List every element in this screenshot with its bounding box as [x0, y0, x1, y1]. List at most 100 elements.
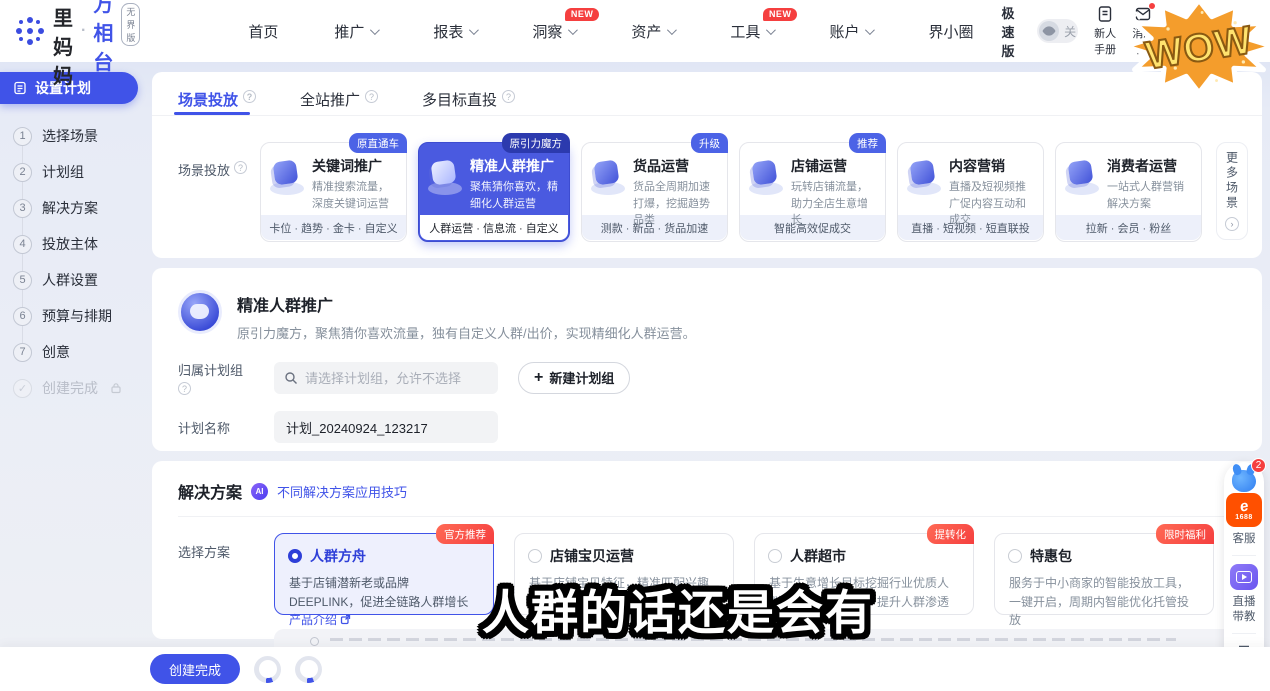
nav-item-promotion[interactable]: 推广	[306, 21, 405, 42]
sidebar-step-scene[interactable]: 1选择场景	[13, 118, 138, 154]
speed-mode-toggle[interactable]: 关	[1037, 19, 1078, 43]
top-navbar: 阿里妈妈 · 万相台 无界版 首页 推广 报表 洞察NEW 资产 工具NEW 账…	[0, 0, 1270, 62]
group-field-label: 归属计划组 ?	[178, 360, 274, 395]
scene-card-tags: 直播 · 短视频 · 短直联投	[898, 215, 1043, 240]
step-number: 2	[13, 163, 32, 182]
scene-badge: 推荐	[849, 133, 886, 153]
nav-item-insight[interactable]: 洞察NEW	[504, 21, 603, 42]
nav-item-account[interactable]: 账户	[801, 21, 900, 42]
sidebar-step-creative[interactable]: 7创意	[13, 334, 138, 370]
product-intro-link[interactable]: 产品介绍	[289, 613, 351, 627]
radio-icon[interactable]	[768, 549, 782, 563]
solution-badge: 限时福利	[1156, 524, 1214, 544]
chevron-down-icon	[667, 25, 677, 35]
chevron-down-icon	[568, 25, 578, 35]
create-complete-button[interactable]: 创建完成	[150, 654, 240, 684]
more-scenes-button[interactable]: 更多场景 ›	[1216, 142, 1248, 240]
select-solution-label: 选择方案	[178, 533, 274, 615]
radio-selected-icon[interactable]	[288, 549, 302, 563]
radio-icon[interactable]	[1008, 549, 1022, 563]
scene-card-tags: 测款 · 新品 · 货品加速	[582, 215, 727, 240]
mascot-icon[interactable]	[1232, 470, 1256, 492]
main-content: 场景投放? 全站推广? 多目标直投? 场景投放? 原直通车 关键词推广 精准搜索…	[152, 72, 1262, 649]
video-subtitle: 人群的话还是会有	[482, 574, 874, 643]
chevron-down-icon	[766, 25, 776, 35]
tab-multi-target[interactable]: 多目标直投?	[422, 89, 515, 115]
step-number: 7	[13, 343, 32, 362]
nav-menu: 首页 推广 报表 洞察NEW 资产 工具NEW 账户 界小圈	[220, 21, 1001, 42]
brand-product: 万相台	[93, 0, 114, 75]
nav-item-tools[interactable]: 工具NEW	[702, 21, 801, 42]
scene-cards: 原直通车 关键词推广 精准搜索流量，深度关键词运营 卡位 · 趋势 · 金卡 ·…	[260, 134, 1248, 242]
scene-card-tags: 人群运营 · 信息流 · 自定义	[420, 215, 568, 240]
brand: 阿里妈妈 · 万相台 无界版	[14, 0, 140, 89]
info-icon	[310, 637, 319, 646]
help-icon[interactable]: ?	[178, 382, 191, 395]
detail-title: 精准人群推广	[237, 290, 696, 316]
handbook-button[interactable]: 新人手册	[1094, 5, 1116, 57]
check-icon: ✓	[13, 379, 32, 398]
logo-1688-icon[interactable]: e 1688	[1226, 493, 1262, 527]
customer-service-label[interactable]: 客服	[1231, 532, 1257, 547]
help-icon[interactable]: ?	[243, 90, 256, 103]
scene-card-tags: 拉新 · 会员 · 粉丝	[1056, 215, 1201, 240]
brand-name: 阿里妈妈	[53, 0, 74, 89]
help-icon[interactable]: ?	[502, 90, 515, 103]
message-center-button[interactable]: 消息中心	[1132, 5, 1154, 57]
divider	[1232, 555, 1256, 556]
live-teaching-icon[interactable]	[1230, 564, 1258, 590]
chevron-right-icon: ›	[1225, 217, 1239, 231]
step-number: 3	[13, 199, 32, 218]
scene-card-content[interactable]: 内容营销 直播及短视频推广促内容互动和成交 直播 · 短视频 · 短直联投	[897, 142, 1044, 242]
solution-title: 解决方案	[178, 479, 242, 503]
tab-sitewide[interactable]: 全站推广?	[300, 89, 378, 115]
solution-tips-link[interactable]: 不同解决方案应用技巧	[277, 482, 407, 501]
nav-item-home[interactable]: 首页	[220, 21, 306, 42]
mode-tabs: 场景投放? 全站推广? 多目标直投?	[152, 72, 1262, 116]
nav-item-circle[interactable]: 界小圈	[900, 21, 1001, 42]
scene-card-store[interactable]: 推荐 店铺运营 玩转店铺流量，助力全店生意增长 智能高效促成交	[739, 142, 886, 242]
plan-form: 归属计划组 ? 请选择计划组，允许不选择 + 新建计划组 计划名称 计划_202…	[178, 360, 1236, 443]
sidebar-step-subject[interactable]: 4投放主体	[13, 226, 138, 262]
plan-group-select[interactable]: 请选择计划组，允许不选择	[274, 362, 498, 394]
live-teaching-label[interactable]: 直播带教	[1231, 595, 1257, 625]
rocket-icon	[1039, 21, 1059, 41]
nav-item-reports[interactable]: 报表	[405, 21, 504, 42]
audience-sphere-icon	[178, 290, 222, 334]
solution-card-audience-ark[interactable]: 官方推荐 人群方舟 基于店铺潜新老或品牌DEEPLINK，促进全链路人群增长产品…	[274, 533, 494, 615]
radio-icon[interactable]	[528, 549, 542, 563]
help-icon[interactable]: ?	[365, 90, 378, 103]
progress-ring	[295, 656, 322, 683]
plan-name-input[interactable]: 计划_20240924_123217	[274, 411, 498, 443]
progress-ring	[254, 656, 281, 683]
scene-card-goods[interactable]: 升级 货品运营 货品全周期加速打爆，挖掘趋势品类 测款 · 新品 · 货品加速	[581, 142, 728, 242]
new-plan-group-button[interactable]: + 新建计划组	[518, 362, 630, 394]
sidebar-step-plan-group[interactable]: 2计划组	[13, 154, 138, 190]
scene-card-precise-audience[interactable]: 原引力魔方 精准人群推广 聚焦猜你喜欢，精细化人群运营 人群运营 · 信息流 ·…	[418, 142, 570, 242]
scene-card-consumer[interactable]: 消费者运营 一站式人群营销解决方案 拉新 · 会员 · 粉丝	[1055, 142, 1202, 242]
scene-badge: 原引力魔方	[502, 133, 571, 153]
sidebar-step-audience[interactable]: 5人群设置	[13, 262, 138, 298]
lock-icon	[110, 382, 122, 394]
nav-item-assets[interactable]: 资产	[603, 21, 702, 42]
scene-panel: 场景投放? 全站推广? 多目标直投? 场景投放? 原直通车 关键词推广 精准搜索…	[152, 72, 1262, 258]
scene-card-keyword[interactable]: 原直通车 关键词推广 精准搜索流量，深度关键词运营 卡位 · 趋势 · 金卡 ·…	[260, 142, 407, 242]
notification-dot	[1149, 3, 1155, 9]
footer-bar: 创建完成	[0, 647, 1270, 691]
toggle-state-label: 关	[1064, 23, 1076, 40]
step-number: 5	[13, 271, 32, 290]
solution-card-special-pack[interactable]: 限时福利 特惠包 服务于中小商家的智能投放工具，一键开启，周期内智能优化托管投放	[994, 533, 1214, 615]
help-icon[interactable]: ?	[234, 161, 247, 174]
solution-badge: 官方推荐	[436, 524, 494, 544]
sidebar-step-complete: ✓ 创建完成	[13, 370, 138, 406]
floating-widget: 2 e 1688 客服 直播带教	[1224, 462, 1264, 670]
tab-scene-launch[interactable]: 场景投放?	[178, 89, 256, 115]
edition-badge: 无界版	[121, 3, 140, 46]
detail-description: 原引力魔方，聚焦猜你喜欢流量，独有自定义人群/出价，实现精细化人群运营。	[237, 323, 696, 342]
messages-label: 消息中心	[1132, 25, 1154, 57]
detail-header: 精准人群推广 原引力魔方，聚焦猜你喜欢流量，独有自定义人群/出价，实现精细化人群…	[178, 290, 1236, 342]
search-icon	[284, 371, 298, 385]
chevron-down-icon	[469, 25, 479, 35]
sidebar-step-solution[interactable]: 3解决方案	[13, 190, 138, 226]
sidebar-step-budget[interactable]: 6预算与排期	[13, 298, 138, 334]
